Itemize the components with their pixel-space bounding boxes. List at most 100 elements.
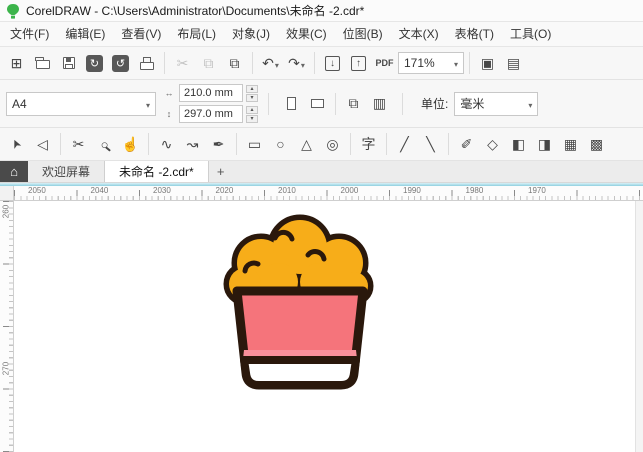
paste-button[interactable]: ⧉ — [222, 50, 247, 76]
fill-tool[interactable]: ◧ — [506, 131, 531, 157]
fill-icon: ◧ — [511, 135, 526, 152]
save-button[interactable] — [56, 50, 81, 76]
increment-button[interactable] — [246, 84, 258, 93]
shape-tool[interactable]: ◁ — [30, 131, 55, 157]
menu-item[interactable]: 位图(B) — [335, 22, 391, 46]
facing-pages-button[interactable]: ▥ — [367, 91, 392, 117]
new-document-button[interactable]: ⊞ — [4, 50, 29, 76]
freehand-icon: ∿ — [160, 135, 173, 152]
bezier-tool[interactable]: ↝ — [180, 131, 205, 157]
eyedropper-tool[interactable]: ✐ — [454, 131, 479, 157]
zoom-tool[interactable]: ○ — [92, 131, 117, 157]
separator — [350, 133, 351, 155]
straight-line-tool[interactable]: ╱ — [392, 131, 417, 157]
tab-label: 欢迎屏幕 — [42, 165, 91, 179]
vertical-scrollbar[interactable] — [635, 201, 643, 452]
fullscreen-preview-button[interactable]: ▣ — [475, 50, 500, 76]
separator — [402, 92, 403, 115]
window-title: CorelDRAW - C:\Users\Administrator\Docum… — [26, 4, 365, 18]
plus-icon: + — [216, 164, 225, 179]
polygon-tool[interactable]: △ — [294, 131, 319, 157]
menu-item[interactable]: 编辑(E) — [57, 22, 113, 46]
menu-item[interactable]: 效果(C) — [278, 22, 335, 46]
all-pages-button[interactable]: ⧉ — [341, 91, 366, 117]
separator — [164, 52, 165, 74]
ruler-horizontal[interactable]: 2050 2040 2030 2020 2010 2000 1990 1980 1970 — [14, 186, 643, 201]
chevron-down-icon — [275, 55, 279, 71]
export-button[interactable]: ↑ — [346, 50, 371, 76]
polygon-icon: △ — [301, 135, 312, 152]
rectangle-tool[interactable]: ▭ — [242, 131, 267, 157]
ruler-origin[interactable] — [0, 186, 14, 201]
landscape-button[interactable] — [305, 91, 330, 117]
decrement-button[interactable] — [246, 93, 258, 102]
menu-item[interactable]: 查看(V) — [113, 22, 169, 46]
landscape-icon — [311, 99, 324, 108]
menu-item[interactable]: 工具(O) — [502, 22, 559, 46]
page-size-combo[interactable]: A4 — [6, 91, 156, 116]
outline-pen-tool[interactable]: ◇ — [480, 131, 505, 157]
tab-document[interactable]: 未命名 -2.cdr* — [104, 161, 209, 182]
crop-tool[interactable]: ✂ — [66, 131, 91, 157]
pick-tool[interactable]: ➤ — [4, 131, 29, 157]
copy-icon: ⧉ — [203, 54, 214, 71]
separator — [386, 133, 387, 155]
text-tool[interactable]: 字 — [356, 131, 381, 157]
menu-item[interactable]: 表格(T) — [447, 22, 502, 46]
portrait-button[interactable] — [279, 91, 304, 117]
spiral-icon: ◎ — [326, 135, 339, 152]
separator — [268, 92, 269, 115]
page-width-field[interactable]: 210.0 mm — [179, 84, 243, 102]
menu-item[interactable]: 布局(L) — [169, 22, 224, 46]
popcorn-illustration[interactable] — [215, 211, 385, 401]
mesh-fill-tool[interactable]: ▦ — [558, 131, 583, 157]
tab-welcome[interactable]: 欢迎屏幕 — [28, 161, 104, 182]
menu-item[interactable]: 文本(X) — [391, 22, 447, 46]
redo-button[interactable]: ↷ — [284, 50, 309, 76]
separator — [148, 133, 149, 155]
pick-icon: ➤ — [8, 136, 25, 152]
new-tab-button[interactable]: + — [209, 161, 233, 182]
pen-icon: ✒ — [212, 135, 225, 152]
decrement-button[interactable] — [246, 114, 258, 123]
facing-pages-icon: ▥ — [372, 95, 387, 111]
zoom-level-combo[interactable]: 171% — [398, 52, 464, 74]
ruler-vertical[interactable]: 260 270 — [0, 201, 14, 452]
cloud-sync-button[interactable]: ↺ — [108, 50, 133, 76]
show-rulers-button[interactable]: ▤ — [501, 50, 526, 76]
menu-item[interactable]: 对象(J) — [224, 22, 278, 46]
page-height-icon — [162, 109, 176, 119]
cloud-save-button[interactable]: ↻ — [82, 50, 107, 76]
toolbox: ➤ ◁ ✂ ○ ☝ ∿ ↝ ✒ ▭ ○ △ ◎ 字 ╱ ╲ ✐ ◇ ◧ ◨ ▦ ▩ — [0, 128, 643, 161]
interactive-fill-tool[interactable]: ◨ — [532, 131, 557, 157]
ruler-label: 2020 — [215, 186, 234, 195]
pen-tool[interactable]: ✒ — [206, 131, 231, 157]
pan-tool[interactable]: ☝ — [118, 131, 143, 157]
transparency-tool[interactable]: ▩ — [584, 131, 609, 157]
page-height-field[interactable]: 297.0 mm — [179, 105, 243, 123]
drawing-canvas[interactable] — [14, 201, 635, 452]
mesh-fill-icon: ▦ — [563, 135, 578, 152]
welcome-screen-button[interactable] — [0, 161, 28, 182]
separator — [469, 52, 470, 74]
cloud-sync-icon: ↺ — [112, 54, 129, 72]
pan-icon: ☝ — [121, 135, 140, 152]
freehand-tool[interactable]: ∿ — [154, 131, 179, 157]
spiral-tool[interactable]: ◎ — [320, 131, 345, 157]
undo-button[interactable]: ↶ — [258, 50, 283, 76]
units-combo[interactable]: 毫米 — [454, 91, 539, 116]
ruler-label: 1970 — [528, 186, 546, 195]
ellipse-tool[interactable]: ○ — [268, 131, 293, 157]
import-button[interactable]: ↓ — [320, 50, 345, 76]
increment-button[interactable] — [246, 105, 258, 114]
open-button[interactable] — [30, 50, 55, 76]
print-button[interactable] — [134, 50, 159, 76]
separator — [335, 92, 336, 115]
dimension-tool[interactable]: ╲ — [418, 131, 443, 157]
ellipse-icon: ○ — [276, 136, 285, 152]
paste-icon: ⧉ — [229, 54, 240, 71]
menu-item[interactable]: 文件(F) — [2, 22, 57, 46]
pdf-button[interactable]: PDF — [372, 50, 397, 76]
ruler-label: 2010 — [278, 186, 296, 195]
page-height-value: 297.0 mm — [184, 108, 233, 120]
